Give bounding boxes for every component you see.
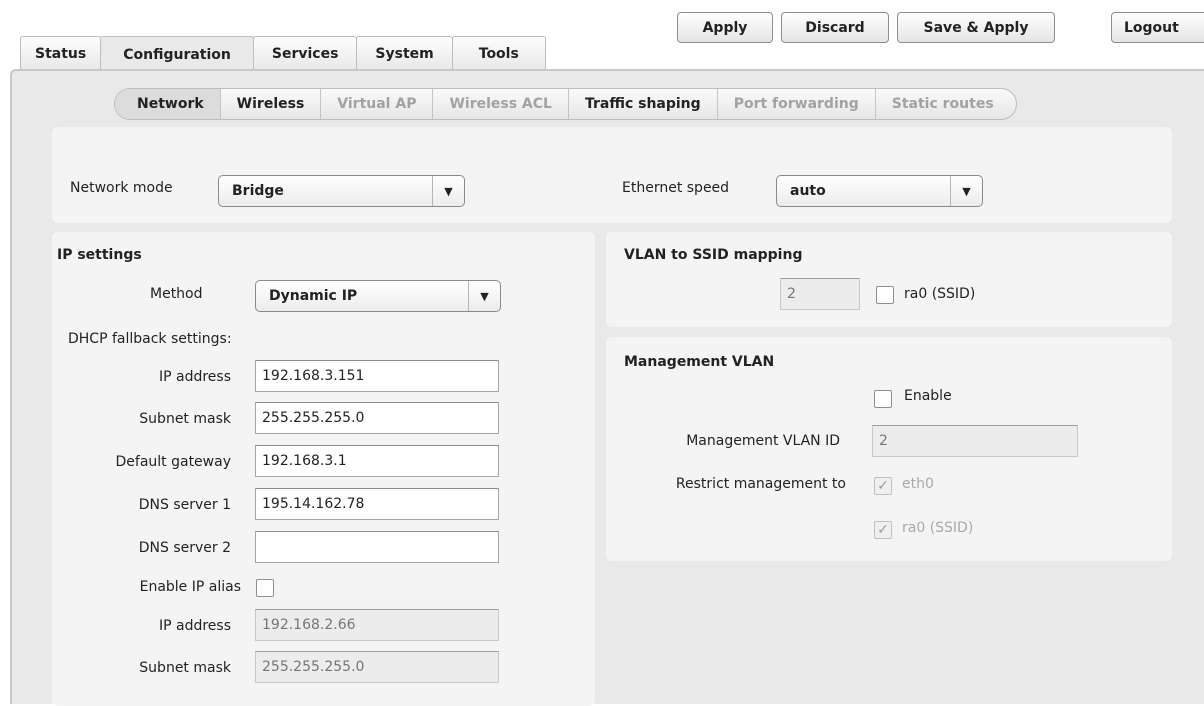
subtab-network[interactable]: Network: [115, 89, 221, 119]
vlan-id-input[interactable]: [780, 278, 860, 310]
subtab-port-forwarding[interactable]: Port forwarding: [718, 89, 876, 119]
tab-services[interactable]: Services: [252, 36, 358, 70]
vlan-ssid-title: VLAN to SSID mapping: [624, 247, 803, 263]
ip-address-label: IP address: [158, 369, 231, 385]
alias-subnet-mask-input[interactable]: [255, 651, 499, 683]
management-vlan-title: Management VLAN: [624, 354, 775, 370]
ethernet-speed-label: Ethernet speed: [622, 180, 730, 196]
vlan-ssid-panel: VLAN to SSID mapping ra0 (SSID): [606, 232, 1172, 327]
eth0-checkbox[interactable]: ✓: [874, 477, 892, 495]
ethernet-speed-select[interactable]: auto ▼: [776, 175, 983, 207]
network-mode-value: Bridge: [232, 183, 284, 199]
discard-button[interactable]: Discard: [781, 12, 889, 43]
restrict-management-label: Restrict management to: [675, 476, 846, 492]
save-apply-button[interactable]: Save & Apply: [897, 12, 1055, 43]
enable-ip-alias-label: Enable IP alias: [139, 579, 241, 595]
chevron-down-icon: ▼: [950, 176, 982, 206]
apply-button[interactable]: Apply: [677, 12, 773, 43]
default-gateway-input[interactable]: [255, 445, 499, 477]
ip-settings-panel: IP settings Method Dynamic IP ▼ DHCP fal…: [52, 232, 595, 706]
dns-server-1-label: DNS server 1: [138, 497, 231, 513]
subnet-mask-input[interactable]: [255, 402, 499, 434]
method-select[interactable]: Dynamic IP ▼: [255, 280, 501, 312]
ip-settings-title: IP settings: [57, 247, 142, 263]
management-vlan-enable-label: Enable: [904, 388, 952, 404]
network-mode-select[interactable]: Bridge ▼: [218, 175, 465, 207]
chevron-down-icon: ▼: [432, 176, 464, 206]
method-value: Dynamic IP: [269, 288, 358, 304]
ra0-ssid-checkbox[interactable]: [876, 286, 894, 304]
content-area: Network Wireless Virtual AP Wireless ACL…: [10, 69, 1204, 706]
alias-ip-address-input[interactable]: [255, 609, 499, 641]
management-vlan-id-label: Management VLAN ID: [686, 433, 840, 449]
subtab-wireless-acl[interactable]: Wireless ACL: [433, 89, 569, 119]
tab-system[interactable]: System: [356, 36, 453, 70]
method-label: Method: [150, 286, 203, 302]
tab-tools[interactable]: Tools: [451, 36, 546, 70]
alias-ip-address-label: IP address: [158, 618, 231, 634]
dns-server-2-label: DNS server 2: [138, 540, 231, 556]
management-vlan-id-input[interactable]: [872, 425, 1078, 457]
ra0-ssid-label: ra0 (SSID): [904, 286, 976, 302]
ra0-management-label: ra0 (SSID): [902, 520, 974, 536]
enable-ip-alias-checkbox[interactable]: [256, 579, 274, 597]
management-vlan-panel: Management VLAN Enable Management VLAN I…: [606, 337, 1172, 561]
subtab-wireless[interactable]: Wireless: [221, 89, 322, 119]
subnet-mask-label: Subnet mask: [139, 411, 231, 427]
tab-status[interactable]: Status: [20, 36, 102, 70]
ip-address-input[interactable]: [255, 360, 499, 392]
network-mode-label: Network mode: [70, 180, 173, 196]
logout-button[interactable]: Logout: [1111, 12, 1204, 43]
management-vlan-enable-checkbox[interactable]: [874, 390, 892, 408]
dhcp-fallback-label: DHCP fallback settings:: [68, 331, 232, 347]
eth0-label: eth0: [902, 476, 934, 492]
subtab-traffic-shaping[interactable]: Traffic shaping: [569, 89, 718, 119]
ethernet-speed-value: auto: [790, 183, 826, 199]
sub-tabs: Network Wireless Virtual AP Wireless ACL…: [114, 88, 1017, 120]
subtab-static-routes[interactable]: Static routes: [876, 89, 1016, 119]
network-mode-panel: Network mode Bridge ▼ Ethernet speed aut…: [52, 127, 1172, 223]
checkmark-icon: ✓: [877, 522, 889, 538]
subtab-virtual-ap[interactable]: Virtual AP: [321, 89, 434, 119]
chevron-down-icon: ▼: [468, 281, 500, 311]
ra0-management-checkbox[interactable]: ✓: [874, 521, 892, 539]
alias-subnet-mask-label: Subnet mask: [139, 660, 231, 676]
dns-server-2-input[interactable]: [255, 531, 499, 563]
default-gateway-label: Default gateway: [115, 454, 232, 470]
dns-server-1-input[interactable]: [255, 488, 499, 520]
main-tabs: Status Configuration Services System Too…: [20, 36, 546, 72]
checkmark-icon: ✓: [877, 478, 889, 494]
tab-configuration[interactable]: Configuration: [100, 36, 254, 72]
